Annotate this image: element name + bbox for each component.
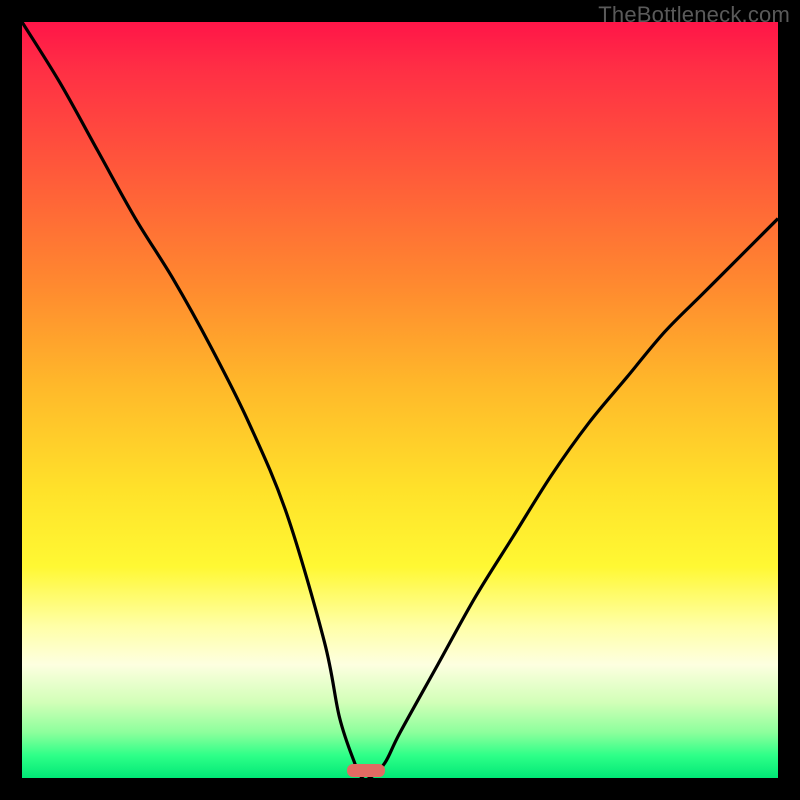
- bottleneck-curve: [22, 22, 778, 778]
- optimum-marker: [347, 764, 385, 777]
- attribution-text: TheBottleneck.com: [598, 2, 790, 28]
- chart-frame: TheBottleneck.com: [0, 0, 800, 800]
- plot-area: [22, 22, 778, 778]
- curve-path: [22, 22, 778, 778]
